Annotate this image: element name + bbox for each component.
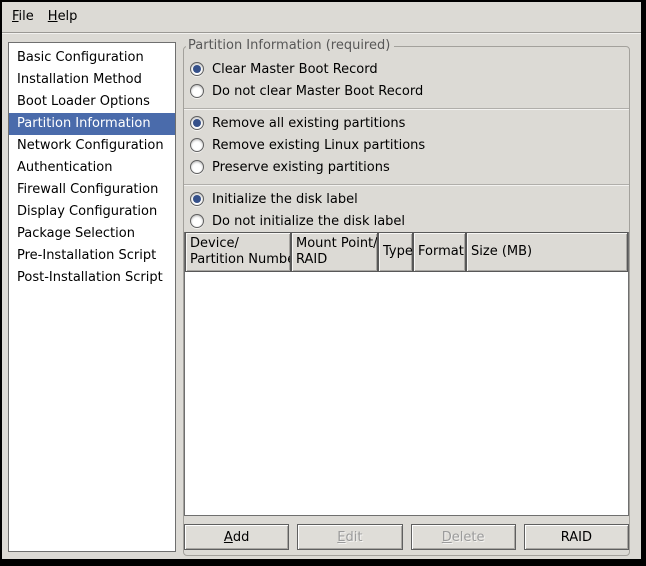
- radio-preserve-existing-partitions[interactable]: Preserve existing partitions: [190, 156, 623, 178]
- radio-button-icon: [190, 214, 204, 228]
- separator: [184, 108, 629, 110]
- radio-remove-all-existing-partitions[interactable]: Remove all existing partitions: [190, 112, 623, 134]
- menu-bar: File Help: [2, 2, 641, 33]
- partition-table: Device/Partition NumberMount Point/RAIDT…: [184, 232, 629, 516]
- sidebar-item-package-selection[interactable]: Package Selection: [9, 223, 175, 245]
- column-header-format[interactable]: Format: [413, 232, 466, 272]
- label-text: elp: [58, 9, 78, 24]
- sidebar-item-authentication[interactable]: Authentication: [9, 157, 175, 179]
- column-header-text: RAID: [296, 252, 373, 268]
- column-header-mount-point-raid[interactable]: Mount Point/RAID: [291, 232, 378, 272]
- radio-button-icon: [190, 192, 204, 206]
- radio-button-icon: [190, 160, 204, 174]
- radio-initialize-the-disk-label[interactable]: Initialize the disk label: [190, 188, 623, 210]
- radio-button-icon: [190, 84, 204, 98]
- radio-label: Do not initialize the disk label: [212, 214, 405, 229]
- edit-button: Edit: [297, 524, 402, 550]
- sidebar-item-partition-information[interactable]: Partition Information: [9, 113, 175, 135]
- radio-button-icon: [190, 138, 204, 152]
- radio-button-icon: [190, 62, 204, 76]
- radio-label: Preserve existing partitions: [212, 160, 390, 175]
- kickstart-configurator-window: File Help Basic ConfigurationInstallatio…: [0, 0, 646, 566]
- radio-label: Remove existing Linux partitions: [212, 138, 425, 153]
- sidebar-item-display-configuration[interactable]: Display Configuration: [9, 201, 175, 223]
- radio-group-2: Remove all existing partitions Remove exi…: [184, 112, 629, 178]
- radio-label: Remove all existing partitions: [212, 116, 405, 131]
- label-text: ile: [19, 9, 34, 24]
- sidebar-item-boot-loader-options[interactable]: Boot Loader Options: [9, 91, 175, 113]
- radio-clear-master-boot-record[interactable]: Clear Master Boot Record: [190, 58, 623, 80]
- delete-button: Delete: [411, 524, 516, 550]
- sidebar-nav: Basic ConfigurationInstallation MethodBo…: [8, 42, 176, 552]
- mnemonic-letter: H: [48, 9, 58, 24]
- separator: [184, 184, 629, 186]
- sidebar-item-post-installation-script[interactable]: Post-Installation Script: [9, 267, 175, 289]
- mnemonic-letter: E: [337, 530, 345, 545]
- menu-help[interactable]: Help: [41, 5, 85, 29]
- partition-options: Clear Master Boot Record Do not clear Mas…: [184, 47, 629, 232]
- radio-button-icon: [190, 116, 204, 130]
- column-header-text: Partition Number: [190, 252, 286, 268]
- label-text: RAID: [561, 530, 592, 545]
- partition-action-buttons: Add Edit Delete RAID: [184, 524, 629, 550]
- column-header-type[interactable]: Type: [378, 232, 413, 272]
- radio-label: Initialize the disk label: [212, 192, 358, 207]
- label-text: elete: [452, 530, 485, 545]
- partition-information-frame: Partition Information (required) Clear M…: [183, 46, 630, 556]
- column-header-text: Size (MB): [471, 244, 623, 260]
- radio-do-not-initialize-the-disk-label[interactable]: Do not initialize the disk label: [190, 210, 623, 232]
- radio-label: Do not clear Master Boot Record: [212, 84, 423, 99]
- sidebar-item-pre-installation-script[interactable]: Pre-Installation Script: [9, 245, 175, 267]
- radio-group-3: Initialize the disk label Do not initiali…: [184, 188, 629, 232]
- partition-table-body[interactable]: [185, 272, 628, 515]
- radio-do-not-clear-master-boot-record[interactable]: Do not clear Master Boot Record: [190, 80, 623, 102]
- radio-remove-existing-linux-partitions[interactable]: Remove existing Linux partitions: [190, 134, 623, 156]
- sidebar-item-basic-configuration[interactable]: Basic Configuration: [9, 47, 175, 69]
- sidebar-item-firewall-configuration[interactable]: Firewall Configuration: [9, 179, 175, 201]
- mnemonic-letter: D: [442, 530, 452, 545]
- label-text: dit: [346, 530, 363, 545]
- column-header-text: Device/: [190, 236, 286, 252]
- column-header-text: Format: [418, 244, 461, 260]
- column-header-size-mb[interactable]: Size (MB): [466, 232, 628, 272]
- column-header-text: Mount Point/: [296, 236, 373, 252]
- add-button[interactable]: Add: [184, 524, 289, 550]
- raid-button[interactable]: RAID: [524, 524, 629, 550]
- menu-file[interactable]: File: [5, 5, 41, 29]
- radio-group-1: Clear Master Boot Record Do not clear Mas…: [184, 58, 629, 102]
- sidebar-item-network-configuration[interactable]: Network Configuration: [9, 135, 175, 157]
- partition-table-header: Device/Partition NumberMount Point/RAIDT…: [185, 232, 628, 272]
- sidebar-item-installation-method[interactable]: Installation Method: [9, 69, 175, 91]
- label-text: dd: [233, 530, 250, 545]
- mnemonic-letter: A: [224, 530, 233, 545]
- column-header-text: Type: [383, 244, 408, 260]
- column-header-device-partition-number[interactable]: Device/Partition Number: [185, 232, 291, 272]
- radio-label: Clear Master Boot Record: [212, 62, 378, 77]
